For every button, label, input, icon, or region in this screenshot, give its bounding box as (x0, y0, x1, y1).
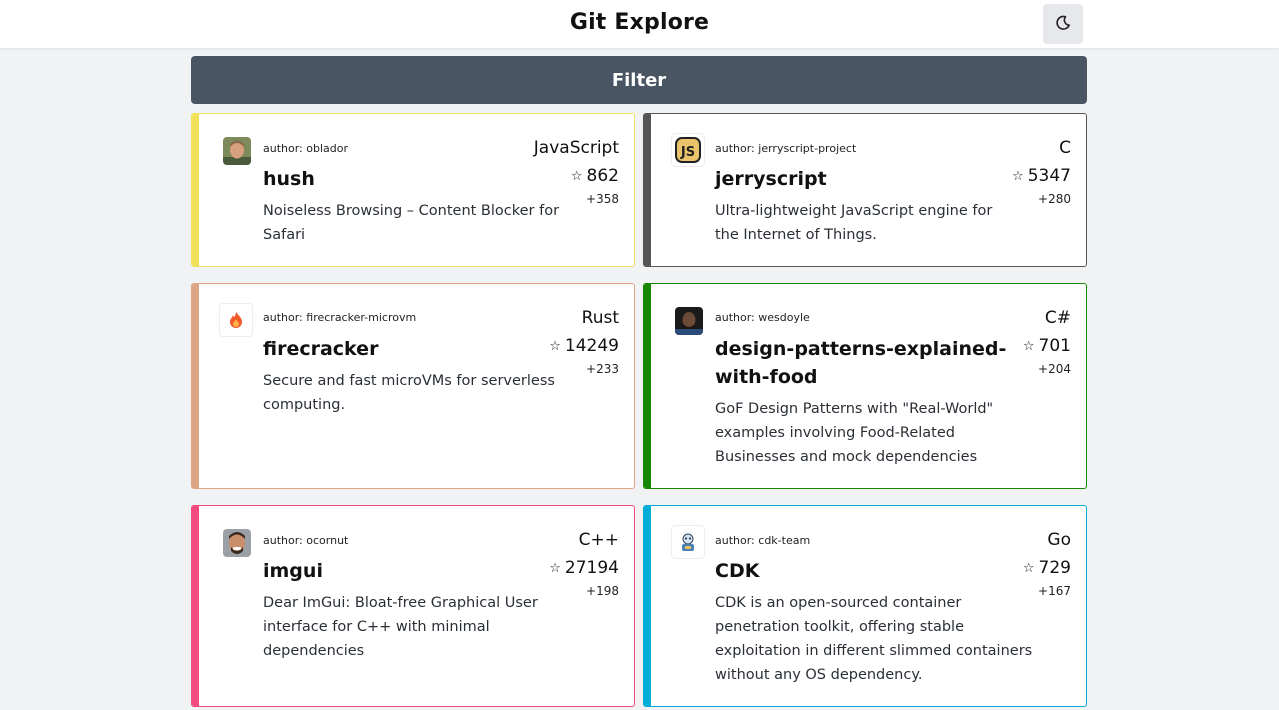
repo-author: author: cdk-team (715, 534, 811, 547)
avatar[interactable] (223, 137, 251, 165)
repo-stars: ☆ 701 (1022, 336, 1071, 356)
language-color-stripe (644, 114, 651, 266)
repo-author: author: firecracker-microvm (263, 311, 417, 324)
repo-language: Rust (581, 308, 619, 328)
author-link[interactable]: wesdoyle (758, 311, 810, 324)
repo-description: CDK is an open-sourced container penetra… (715, 595, 1033, 683)
repo-name[interactable]: imgui (263, 557, 553, 585)
repo-description: Dear ImGui: Bloat-free Graphical User in… (263, 595, 538, 659)
star-icon: ☆ (1022, 338, 1035, 354)
repo-stars: ☆ 14249 (549, 336, 619, 356)
repo-name[interactable]: jerryscript (715, 165, 1005, 193)
repo-stars-delta: +280 (1038, 192, 1071, 206)
repo-card[interactable]: author: firecracker-microvm Rust firecra… (191, 283, 635, 489)
repo-name[interactable]: CDK (715, 557, 1005, 585)
repo-language: Go (1047, 530, 1071, 550)
repo-description: Secure and fast microVMs for serverless … (263, 373, 555, 413)
star-icon: ☆ (1022, 560, 1035, 576)
author-link[interactable]: jerryscript-project (758, 142, 856, 155)
avatar[interactable] (219, 303, 253, 337)
star-icon: ☆ (549, 338, 561, 354)
star-icon: ☆ (549, 560, 561, 576)
avatar[interactable] (223, 529, 251, 557)
repo-author: author: ocornut (263, 534, 349, 547)
repo-description: Noiseless Browsing – Content Blocker for… (263, 203, 560, 243)
language-color-stripe (644, 506, 651, 706)
repo-name[interactable]: design-patterns-explained-with-food (715, 335, 1027, 391)
repo-name[interactable]: firecracker (263, 335, 553, 363)
repo-language: C (1059, 138, 1071, 158)
repo-description: Ultra-lightweight JavaScript engine for … (715, 203, 993, 243)
repo-card[interactable]: author: ocornut C++ imgui ☆ 27194 +198 D… (191, 505, 635, 707)
repo-stars-delta: +233 (586, 362, 619, 376)
repo-language: C# (1044, 308, 1071, 328)
repo-name[interactable]: hush (263, 165, 553, 193)
author-link[interactable]: oblador (306, 142, 348, 155)
repo-stars-delta: +358 (586, 192, 619, 206)
moon-icon (1055, 15, 1071, 34)
repo-description: GoF Design Patterns with "Real-World" ex… (715, 401, 994, 465)
repo-author: author: oblador (263, 142, 349, 155)
repo-card[interactable]: JS author: jerryscript-project C jerrysc… (643, 113, 1087, 267)
star-icon: ☆ (1012, 168, 1024, 184)
language-color-stripe (192, 284, 199, 488)
author-link[interactable]: cdk-team (758, 534, 810, 547)
repo-stars: ☆ 862 (570, 166, 619, 186)
avatar[interactable] (671, 525, 705, 559)
language-color-stripe (644, 284, 651, 488)
theme-toggle-button[interactable] (1043, 4, 1083, 44)
repo-stars-delta: +204 (1038, 362, 1071, 376)
repo-stars: ☆ 27194 (549, 558, 619, 578)
filter-button[interactable]: Filter (191, 56, 1087, 104)
language-color-stripe (192, 114, 199, 266)
avatar[interactable]: JS (671, 133, 705, 167)
star-icon: ☆ (570, 168, 583, 184)
repo-author: author: jerryscript-project (715, 142, 857, 155)
page-title: Git Explore (569, 10, 710, 35)
author-link[interactable]: ocornut (306, 534, 348, 547)
repo-card[interactable]: author: cdk-team Go CDK ☆ 729 +167 CDK i… (643, 505, 1087, 707)
repo-language: JavaScript (533, 138, 619, 158)
repo-card[interactable]: author: oblador JavaScript hush ☆ 862 +3… (191, 113, 635, 267)
repo-stars-delta: +167 (1038, 584, 1071, 598)
repo-language: C++ (578, 530, 619, 550)
svg-text:JS: JS (680, 145, 695, 160)
language-color-stripe (192, 506, 199, 706)
repo-stars: ☆ 5347 (1012, 166, 1071, 186)
repo-stars: ☆ 729 (1022, 558, 1071, 578)
app-header: Git Explore (0, 0, 1279, 48)
author-link[interactable]: firecracker-microvm (306, 311, 416, 324)
repo-card[interactable]: author: wesdoyle C# design-patterns-expl… (643, 283, 1087, 489)
repo-author: author: wesdoyle (715, 311, 810, 324)
avatar[interactable] (675, 307, 703, 335)
